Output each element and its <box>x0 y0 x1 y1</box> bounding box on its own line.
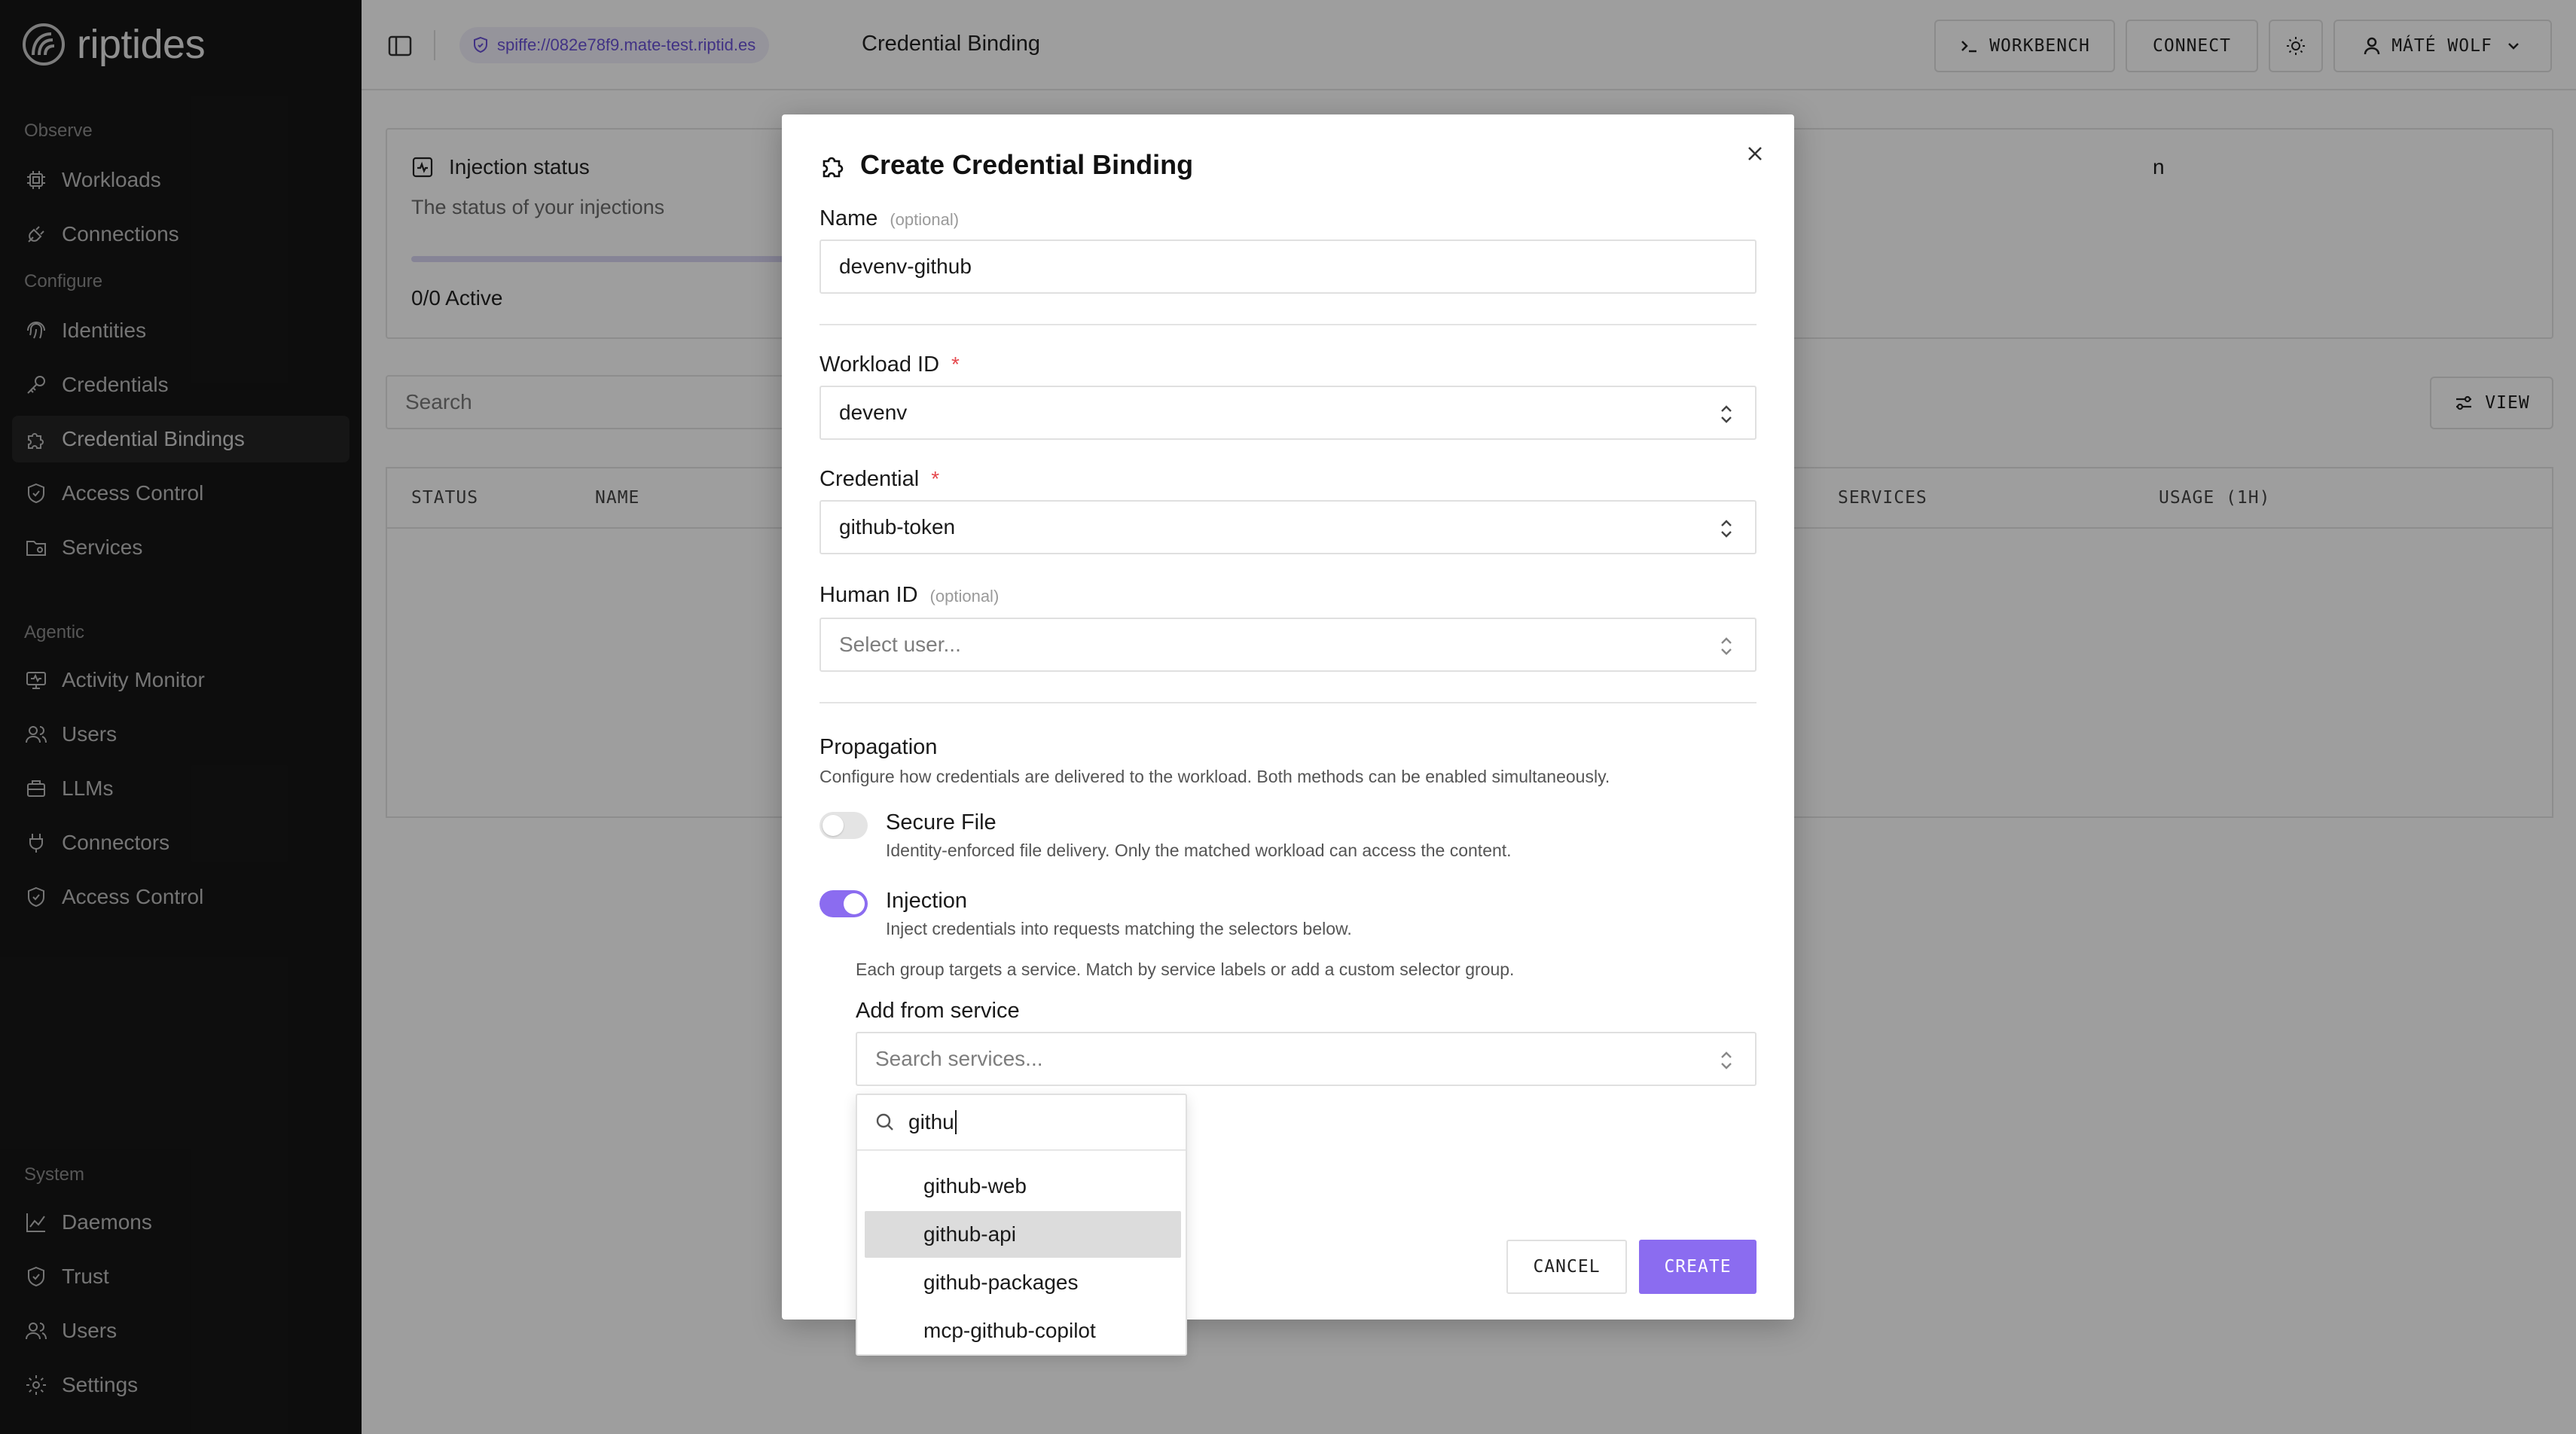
injection-description: Inject credentials into requests matchin… <box>886 919 1352 938</box>
secure-file-description: Identity-enforced file delivery. Only th… <box>886 841 1512 860</box>
credential-value: github-token <box>839 515 956 539</box>
secure-file-toggle[interactable] <box>819 812 868 839</box>
dropdown-option[interactable]: github-packages <box>865 1259 1181 1306</box>
chevron-updown-icon <box>1721 405 1732 423</box>
divider <box>819 324 1757 325</box>
service-search-placeholder: Search services... <box>875 1047 1043 1070</box>
workload-id-label: Workload ID * <box>819 352 960 377</box>
cancel-button[interactable]: CANCEL <box>1506 1240 1627 1294</box>
secure-file-label: Secure File <box>886 810 997 834</box>
dropdown-search-field[interactable]: githu <box>857 1095 1186 1151</box>
name-label-text: Name <box>819 206 878 230</box>
propagation-title: Propagation <box>819 735 938 759</box>
dropdown-option[interactable]: mcp-github-copilot <box>865 1307 1181 1354</box>
dropdown-option[interactable]: github-api <box>865 1211 1181 1258</box>
toggle-knob <box>823 815 844 836</box>
credential-select[interactable]: github-token <box>819 500 1757 554</box>
human-id-label-text: Human ID <box>819 583 918 607</box>
dropdown-search-query: githu <box>908 1110 954 1133</box>
name-label: Name (optional) <box>819 206 959 231</box>
create-button[interactable]: CREATE <box>1639 1240 1757 1294</box>
chevron-updown-icon <box>1721 1051 1732 1069</box>
human-id-select[interactable]: Select user... <box>819 618 1757 672</box>
workload-id-select[interactable]: devenv <box>819 386 1757 440</box>
close-icon[interactable] <box>1741 140 1769 167</box>
name-field[interactable]: devenv-github <box>819 240 1757 294</box>
workload-id-value: devenv <box>839 401 908 424</box>
workload-id-label-text: Workload ID <box>819 352 940 377</box>
chevron-updown-icon <box>1721 637 1732 655</box>
propagation-description: Configure how credentials are delivered … <box>819 767 1610 786</box>
dropdown-option[interactable]: github-web <box>865 1163 1181 1210</box>
service-search-select[interactable]: Search services... <box>856 1032 1757 1086</box>
add-from-service-label: Add from service <box>856 999 1020 1023</box>
optional-hint: (optional) <box>929 587 1000 606</box>
injection-toggle[interactable] <box>819 890 868 917</box>
credential-label: Credential * <box>819 467 939 492</box>
human-id-label: Human ID (optional) <box>819 583 999 608</box>
injection-note: Each group targets a service. Match by s… <box>856 960 1515 979</box>
service-search-dropdown: githu github-web github-api github-packa… <box>856 1094 1187 1356</box>
human-id-placeholder: Select user... <box>839 633 961 656</box>
required-marker: * <box>931 467 940 490</box>
toggle-knob <box>844 893 865 914</box>
chevron-updown-icon <box>1721 520 1732 538</box>
puzzle-icon <box>823 157 844 178</box>
text-caret <box>954 1110 957 1134</box>
search-icon <box>876 1113 893 1130</box>
dialog-title-text: Create Credential Binding <box>860 149 1194 180</box>
dialog-title: Create Credential Binding <box>818 149 1193 181</box>
divider <box>819 702 1757 703</box>
optional-hint: (optional) <box>890 210 960 229</box>
required-marker: * <box>951 352 960 376</box>
credential-label-text: Credential <box>819 467 920 491</box>
injection-label: Injection <box>886 889 968 913</box>
